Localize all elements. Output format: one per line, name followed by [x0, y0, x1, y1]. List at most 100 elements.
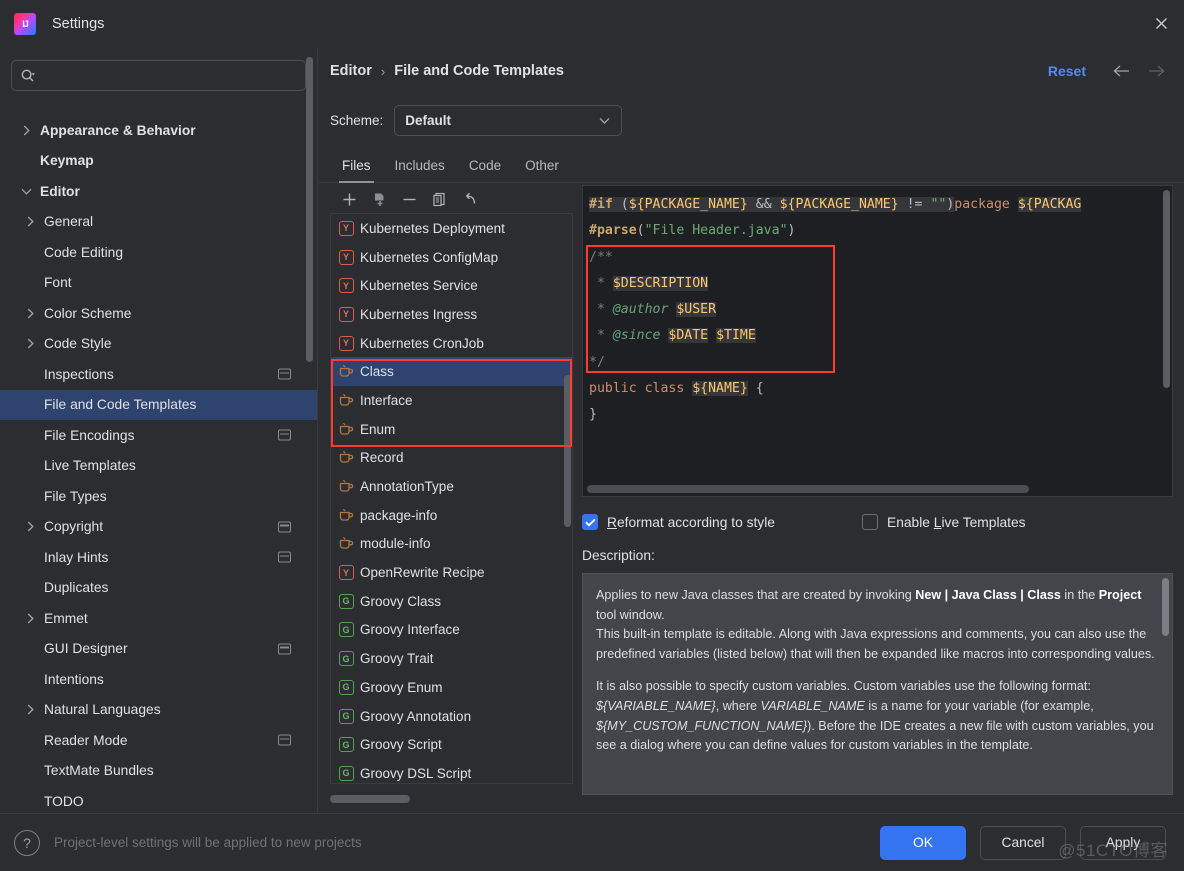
list-item[interactable]: Enum — [331, 415, 572, 444]
sidebar-item-code-style[interactable]: Code Style — [0, 329, 317, 360]
list-item[interactable]: G Groovy Trait — [331, 644, 572, 673]
sidebar-item-label: Inlay Hints — [44, 549, 109, 565]
help-question-icon[interactable]: ? — [14, 829, 40, 856]
breadcrumb-item-editor[interactable]: Editor — [330, 63, 372, 79]
ok-button[interactable]: OK — [880, 825, 966, 860]
sidebar-item-textmate-bundles[interactable]: TextMate Bundles — [0, 756, 317, 787]
enable-live-templates-checkbox[interactable]: Enable Live Templates — [862, 514, 1026, 530]
sidebar-item-file-and-code-templates[interactable]: File and Code Templates — [0, 389, 317, 420]
sidebar-item-duplicates[interactable]: Duplicates — [0, 573, 317, 604]
sidebar-item-file-encodings[interactable]: File Encodings — [0, 420, 317, 451]
tab-includes[interactable]: Includes — [383, 158, 457, 182]
code-user-var: $USER — [676, 302, 717, 318]
close-icon[interactable] — [1138, 0, 1184, 47]
sidebar-item-copyright[interactable]: Copyright — [0, 512, 317, 543]
scheme-dropdown[interactable]: Default — [394, 104, 623, 136]
sidebar-item-reader-mode[interactable]: Reader Mode — [0, 725, 317, 756]
list-item[interactable]: G Groovy Script — [331, 730, 572, 759]
sidebar-item-font[interactable]: Font — [0, 268, 317, 299]
reformat-checkbox[interactable]: Reformat according to style — [582, 514, 862, 530]
chevron-right-icon[interactable] — [22, 337, 38, 350]
arrow-right-icon[interactable] — [1147, 64, 1166, 78]
list-item[interactable]: module-info — [331, 530, 572, 559]
desc-p2-c: , where — [715, 698, 761, 713]
template-code-editor[interactable]: #if (${PACKAGE_NAME} && ${PACKAGE_NAME} … — [582, 185, 1173, 497]
template-list[interactable]: Y Kubernetes Deployment Y Kubernetes Config… — [330, 213, 573, 784]
code-javadoc-star-2: * — [589, 302, 613, 318]
list-item[interactable]: Y OpenRewrite Recipe — [331, 558, 572, 587]
sidebar-scrollbar[interactable] — [306, 57, 313, 362]
copy-file-icon[interactable] — [366, 187, 392, 211]
list-item[interactable]: G Groovy Interface — [331, 616, 572, 645]
chevron-right-icon[interactable] — [22, 612, 38, 625]
template-list-hscrollbar[interactable] — [330, 795, 410, 803]
search-box[interactable] — [11, 60, 306, 91]
undo-icon[interactable] — [456, 187, 482, 211]
sidebar-item-todo[interactable]: TODO — [0, 786, 317, 813]
list-item[interactable]: G Groovy Annotation — [331, 702, 572, 731]
list-item[interactable]: Record — [331, 444, 572, 473]
list-item[interactable]: package-info — [331, 501, 572, 530]
description-scrollbar[interactable] — [1162, 578, 1169, 636]
code-editor-scrollbar[interactable] — [1163, 190, 1170, 388]
sidebar-item-code-editing[interactable]: Code Editing — [0, 237, 317, 268]
list-item[interactable]: Y Kubernetes Service — [331, 271, 572, 300]
list-item[interactable]: Y Kubernetes Deployment — [331, 214, 572, 243]
sidebar-item-color-scheme[interactable]: Color Scheme — [0, 298, 317, 329]
sidebar-item-editor[interactable]: Editor — [0, 176, 317, 207]
sidebar-item-intentions[interactable]: Intentions — [0, 664, 317, 695]
reset-button[interactable]: Reset — [1048, 63, 1086, 79]
list-item[interactable]: Interface — [331, 386, 572, 415]
tab-files[interactable]: Files — [330, 158, 383, 183]
chevron-right-icon[interactable] — [22, 703, 38, 716]
sidebar-item-file-types[interactable]: File Types — [0, 481, 317, 512]
project-level-setting-icon — [278, 429, 291, 441]
tab-code[interactable]: Code — [457, 158, 513, 182]
chevron-right-icon[interactable] — [22, 520, 38, 533]
code-package-name-var-2: ${PACKAGE_NAME} — [779, 197, 899, 212]
template-list-scrollbar[interactable] — [564, 375, 571, 527]
chevron-down-icon[interactable] — [18, 187, 34, 196]
sidebar-item-live-templates[interactable]: Live Templates — [0, 451, 317, 482]
chevron-right-icon[interactable] — [22, 307, 38, 320]
groovy-file-icon: G — [337, 593, 355, 609]
sidebar-item-general[interactable]: General — [0, 207, 317, 238]
list-item[interactable]: AnnotationType — [331, 472, 572, 501]
list-item[interactable]: G Groovy Class — [331, 587, 572, 616]
code-editor-hscrollbar[interactable] — [587, 485, 1029, 493]
groovy-file-icon: G — [337, 737, 355, 753]
templates-tabbar[interactable]: Files Includes Code Other — [319, 145, 1184, 183]
java-file-icon — [337, 479, 355, 495]
list-item[interactable]: Y Kubernetes ConfigMap — [331, 243, 572, 272]
cancel-button[interactable]: Cancel — [980, 825, 1066, 860]
sidebar-item-inlay-hints[interactable]: Inlay Hints — [0, 542, 317, 573]
code-author-tag: @author — [612, 302, 677, 318]
list-item[interactable]: Y Kubernetes CronJob — [331, 329, 572, 358]
sidebar-item-emmet[interactable]: Emmet — [0, 603, 317, 634]
sidebar-item-appearance-behavior[interactable]: Appearance & Behavior — [0, 115, 317, 146]
duplicate-icon[interactable] — [426, 187, 452, 211]
minus-icon[interactable] — [396, 187, 422, 211]
sidebar-item-inspections[interactable]: Inspections — [0, 359, 317, 390]
code-since-tag: @since — [612, 328, 669, 344]
list-item[interactable]: G Groovy DSL Script — [331, 759, 572, 783]
plus-icon[interactable] — [336, 187, 362, 211]
apply-button[interactable]: Apply — [1080, 825, 1166, 860]
settings-tree[interactable]: Appearance & Behavior Keymap Editor General… — [0, 103, 317, 813]
code-date-var: $DATE — [668, 328, 709, 344]
search-input[interactable] — [42, 68, 297, 83]
arrow-left-icon[interactable] — [1112, 64, 1131, 78]
list-item[interactable]: Class — [331, 357, 572, 387]
sidebar-item-label: Live Templates — [44, 458, 136, 474]
sidebar-item-label: Inspections — [44, 366, 114, 382]
sidebar-item-keymap[interactable]: Keymap — [0, 146, 317, 177]
settings-content-panel: Editor › File and Code Templates Reset S… — [319, 47, 1184, 813]
sidebar-item-natural-languages[interactable]: Natural Languages — [0, 695, 317, 726]
chevron-right-icon[interactable] — [22, 215, 38, 228]
list-item-label: package-info — [360, 507, 438, 523]
tab-other[interactable]: Other — [513, 158, 571, 182]
list-item[interactable]: G Groovy Enum — [331, 673, 572, 702]
sidebar-item-gui-designer[interactable]: GUI Designer — [0, 634, 317, 665]
list-item[interactable]: Y Kubernetes Ingress — [331, 300, 572, 329]
chevron-right-icon[interactable] — [18, 124, 34, 137]
